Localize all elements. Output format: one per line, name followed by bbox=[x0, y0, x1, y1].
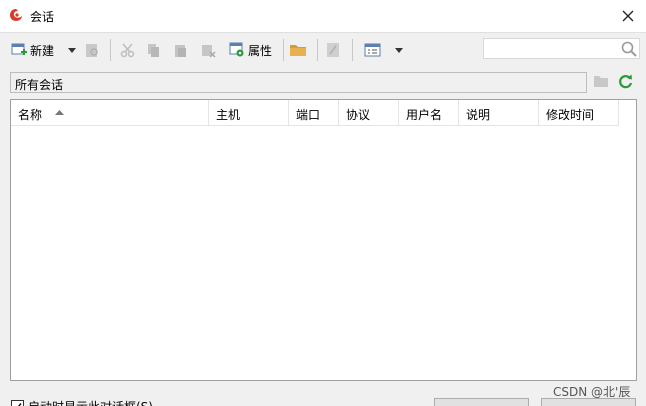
column-header-host[interactable]: 主机 bbox=[209, 100, 289, 126]
startup-checkbox-row[interactable]: 启动时显示此对话框(S) bbox=[11, 398, 153, 406]
watermark: CSDN @北'辰 bbox=[553, 385, 631, 399]
column-header-protocol[interactable]: 协议 bbox=[339, 100, 399, 126]
dropdown-arrow-icon bbox=[395, 47, 403, 53]
new-folder-button[interactable] bbox=[290, 40, 307, 60]
close-icon bbox=[622, 10, 634, 22]
new-session-button[interactable]: 新建 bbox=[11, 40, 54, 60]
checkmark-icon bbox=[18, 403, 22, 406]
copy-button[interactable] bbox=[147, 40, 161, 60]
session-list[interactable]: 名称 主机 端口 协议 用户名 说明 修改时间 bbox=[10, 99, 637, 381]
copy-icon bbox=[148, 43, 159, 57]
startup-checkbox-label: 启动时显示此对话框(S) bbox=[28, 398, 153, 406]
new-session-label: 新建 bbox=[30, 43, 55, 58]
folder-path-bar: 所有会话 bbox=[10, 72, 587, 93]
search-input[interactable] bbox=[483, 38, 640, 59]
cut-button[interactable] bbox=[120, 40, 135, 60]
column-header-name[interactable]: 名称 bbox=[11, 100, 209, 126]
paste-icon bbox=[175, 44, 186, 57]
open-session-button[interactable] bbox=[85, 40, 100, 60]
view-icon bbox=[364, 43, 381, 57]
title-bar: 会话 bbox=[0, 0, 646, 32]
rename-icon bbox=[327, 43, 339, 57]
connect-button[interactable] bbox=[434, 398, 529, 406]
view-button[interactable] bbox=[364, 40, 381, 60]
folder-path-text: 所有会话 bbox=[15, 78, 64, 92]
parent-folder-icon[interactable] bbox=[594, 74, 609, 88]
app-logo-icon bbox=[10, 9, 22, 21]
delete-button[interactable] bbox=[201, 40, 216, 60]
column-header-modified[interactable]: 修改时间 bbox=[539, 100, 619, 126]
column-header-description[interactable]: 说明 bbox=[459, 100, 539, 126]
sort-ascending-icon bbox=[55, 110, 64, 115]
close-button[interactable] bbox=[616, 4, 640, 28]
window-title: 会话 bbox=[30, 10, 55, 24]
properties-icon bbox=[229, 42, 244, 57]
new-dropdown-button[interactable] bbox=[68, 40, 76, 60]
search-icon bbox=[621, 41, 637, 57]
folder-icon bbox=[290, 45, 306, 56]
cut-icon bbox=[120, 43, 135, 57]
new-session-icon bbox=[11, 43, 27, 55]
rename-button[interactable] bbox=[326, 40, 340, 60]
column-header-port[interactable]: 端口 bbox=[289, 100, 339, 126]
dropdown-arrow-icon bbox=[68, 47, 76, 53]
startup-checkbox[interactable] bbox=[11, 400, 24, 406]
view-dropdown-button[interactable] bbox=[395, 40, 403, 60]
properties-button[interactable]: 属性 bbox=[229, 40, 272, 60]
properties-label: 属性 bbox=[248, 43, 273, 58]
column-header-username[interactable]: 用户名 bbox=[399, 100, 459, 126]
delete-icon bbox=[202, 44, 216, 58]
paste-button[interactable] bbox=[174, 40, 188, 60]
refresh-icon[interactable] bbox=[617, 73, 634, 90]
open-session-icon bbox=[86, 43, 98, 57]
